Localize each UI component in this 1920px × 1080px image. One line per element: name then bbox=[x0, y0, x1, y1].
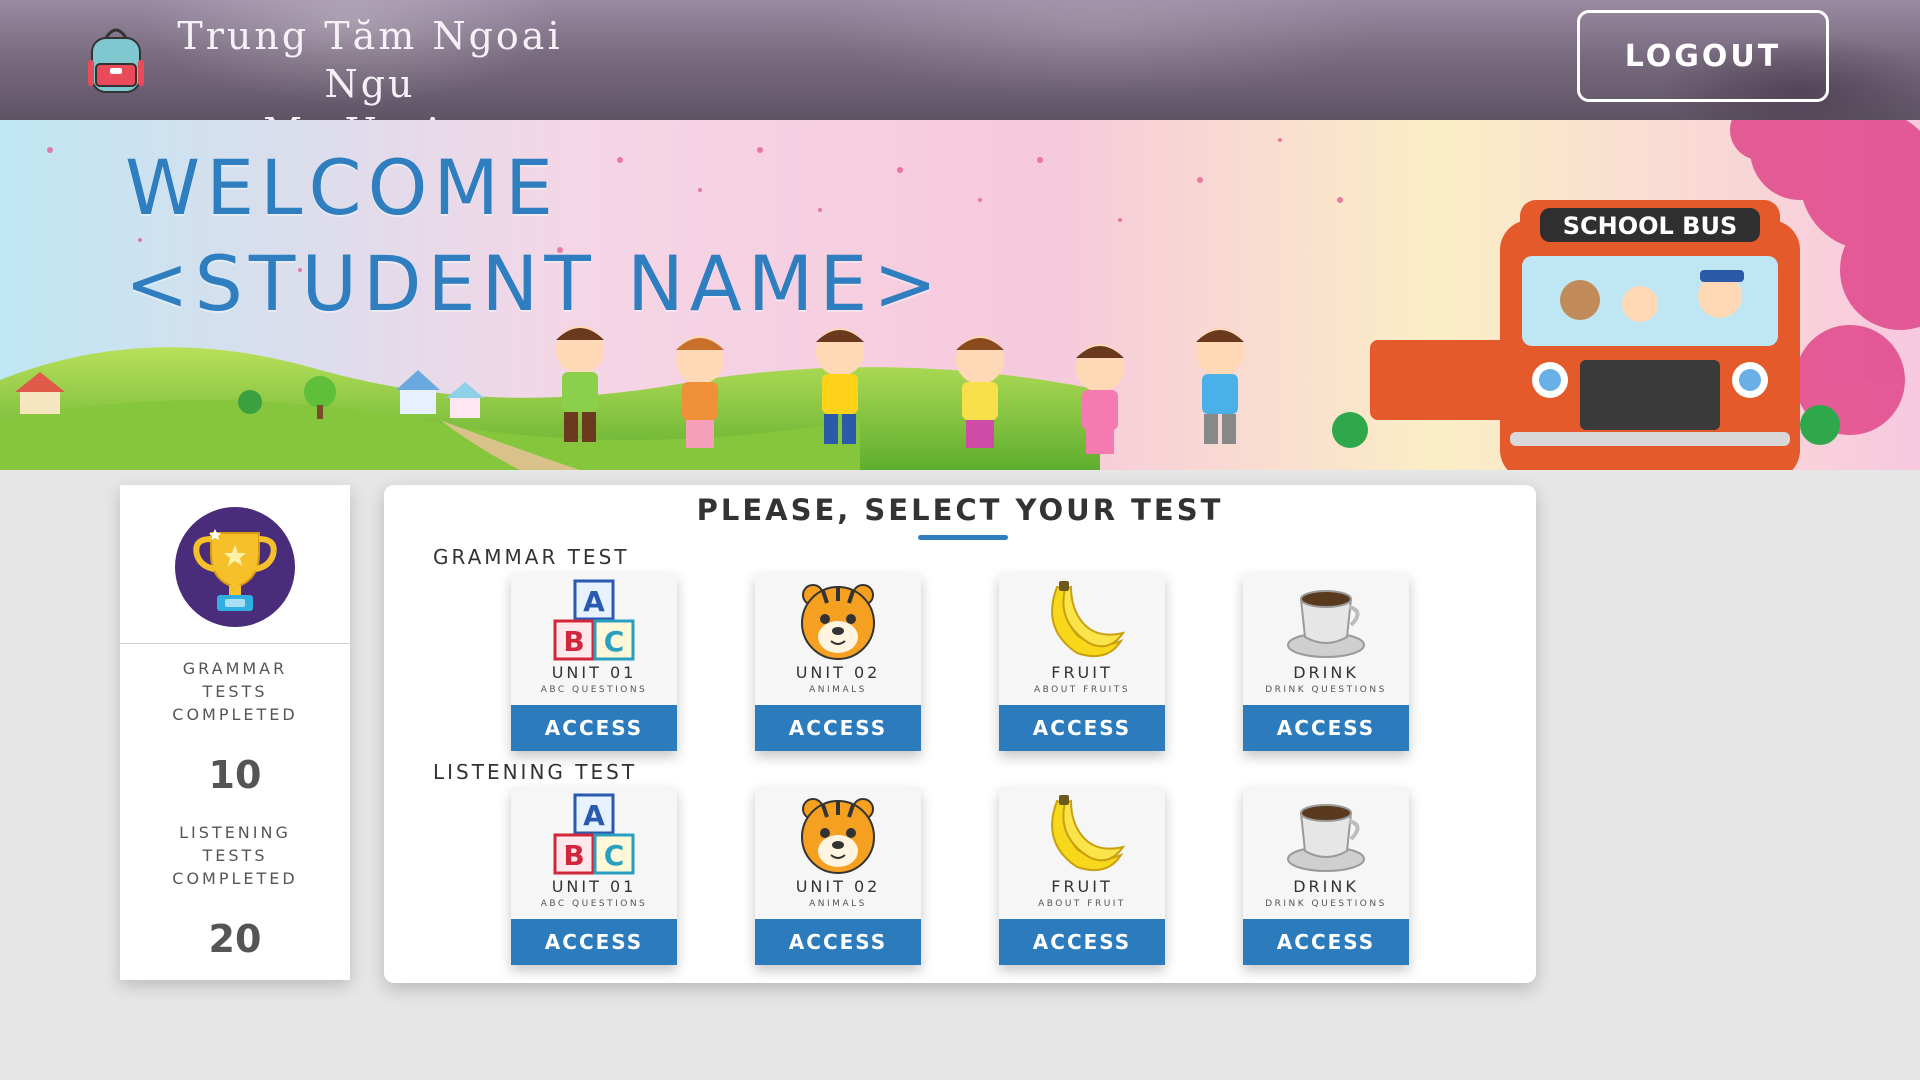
listening-fruit-access-button[interactable]: ACCESS bbox=[999, 919, 1165, 965]
grammar-section-title: GRAMMAR TEST bbox=[433, 545, 630, 569]
trophy-badge bbox=[175, 507, 295, 627]
svg-text:C: C bbox=[604, 625, 625, 658]
svg-text:B: B bbox=[563, 625, 584, 658]
listening-unit-01-access-button[interactable]: ACCESS bbox=[511, 919, 677, 965]
brand-name: Trung Tăm Ngoai Ngu My Uc Au bbox=[150, 12, 590, 120]
abc-blocks-icon: A B C bbox=[553, 793, 635, 875]
listening-test-card-unit-02: UNIT 02 ANIMALS ACCESS bbox=[755, 787, 921, 965]
welcome-message: WELCOME <STUDENT NAME> bbox=[125, 140, 943, 332]
stats-card: GRAMMAR TESTS COMPLETED 10 LISTENING TES… bbox=[120, 485, 350, 980]
grammar-tests-label-text: GRAMMAR TESTS COMPLETED bbox=[172, 659, 298, 724]
test-subtitle: ABOUT FRUITS bbox=[1033, 685, 1131, 695]
listening-test-card-fruit: FRUIT ABOUT FRUIT ACCESS bbox=[999, 787, 1165, 965]
title-underline bbox=[918, 535, 1008, 540]
logout-button[interactable]: LOGOUT bbox=[1577, 10, 1829, 102]
brand-line-1: Trung Tăm Ngoai Ngu bbox=[177, 14, 563, 106]
welcome-banner: SCHOOL BUS WELCOME <STUDENT NAME> bbox=[0, 120, 1920, 470]
tiger-icon bbox=[801, 798, 875, 874]
test-name: UNIT 01 bbox=[551, 877, 637, 896]
test-name: UNIT 02 bbox=[795, 877, 881, 896]
test-subtitle: ABC QUESTIONS bbox=[540, 899, 648, 909]
grammar-test-card-drink: DRINK DRINK QUESTIONS ACCESS bbox=[1243, 573, 1409, 751]
test-subtitle: ANIMALS bbox=[809, 899, 867, 909]
listening-section-title: LISTENING TEST bbox=[433, 760, 638, 784]
listening-tests-label-text: LISTENING TESTS COMPLETED bbox=[172, 823, 298, 888]
top-header: Trung Tăm Ngoai Ngu My Uc Au LOGOUT bbox=[0, 0, 1920, 120]
grammar-tests-count: 10 bbox=[208, 753, 262, 797]
test-name: FRUIT bbox=[1051, 877, 1113, 896]
test-name: UNIT 02 bbox=[795, 663, 881, 682]
abc-blocks-icon: A B C bbox=[553, 579, 635, 661]
test-subtitle: DRINK QUESTIONS bbox=[1265, 685, 1387, 695]
grammar-tests-label: GRAMMAR TESTS COMPLETED bbox=[120, 657, 350, 726]
grammar-test-card-unit-01: A B C UNIT 01 ABC QUESTIONS ACCESS bbox=[511, 573, 677, 751]
welcome-line-1: WELCOME bbox=[125, 143, 559, 232]
bus-sign-text: SCHOOL BUS bbox=[1563, 212, 1738, 240]
test-selection-panel: PLEASE, SELECT YOUR TEST GRAMMAR TEST LI… bbox=[384, 485, 1536, 983]
svg-text:B: B bbox=[563, 839, 584, 872]
student-name: <STUDENT NAME> bbox=[125, 239, 944, 328]
listening-drink-access-button[interactable]: ACCESS bbox=[1243, 919, 1409, 965]
coffee-cup-icon bbox=[1287, 590, 1365, 658]
banana-icon bbox=[1051, 795, 1126, 871]
test-name: DRINK bbox=[1293, 663, 1359, 682]
grammar-unit-02-access-button[interactable]: ACCESS bbox=[755, 705, 921, 751]
test-subtitle: ABOUT FRUIT bbox=[1038, 899, 1126, 909]
listening-unit-02-access-button[interactable]: ACCESS bbox=[755, 919, 921, 965]
coffee-cup-icon bbox=[1287, 804, 1365, 872]
listening-test-card-unit-01: A B C UNIT 01 ABC QUESTIONS ACCESS bbox=[511, 787, 677, 965]
listening-tests-label: LISTENING TESTS COMPLETED bbox=[120, 821, 350, 890]
grammar-fruit-access-button[interactable]: ACCESS bbox=[999, 705, 1165, 751]
stats-divider bbox=[120, 643, 350, 644]
listening-tests-count: 20 bbox=[208, 917, 262, 961]
svg-text:A: A bbox=[583, 585, 605, 618]
grammar-test-card-unit-02: UNIT 02 ANIMALS ACCESS bbox=[755, 573, 921, 751]
test-subtitle: ANIMALS bbox=[809, 685, 867, 695]
backpack-icon bbox=[88, 28, 144, 93]
grammar-drink-access-button[interactable]: ACCESS bbox=[1243, 705, 1409, 751]
test-name: UNIT 01 bbox=[551, 663, 637, 682]
brand-line-2: My Uc Au bbox=[150, 108, 590, 120]
listening-test-card-drink: DRINK DRINK QUESTIONS ACCESS bbox=[1243, 787, 1409, 965]
grammar-test-card-fruit: FRUIT ABOUT FRUITS ACCESS bbox=[999, 573, 1165, 751]
grammar-unit-01-access-button[interactable]: ACCESS bbox=[511, 705, 677, 751]
test-subtitle: ABC QUESTIONS bbox=[540, 685, 648, 695]
svg-text:C: C bbox=[604, 839, 625, 872]
svg-text:A: A bbox=[583, 799, 605, 832]
test-subtitle: DRINK QUESTIONS bbox=[1265, 899, 1387, 909]
test-name: FRUIT bbox=[1051, 663, 1113, 682]
banana-icon bbox=[1051, 581, 1126, 657]
trophy-icon bbox=[193, 529, 277, 611]
tiger-icon bbox=[801, 584, 875, 660]
page-title: PLEASE, SELECT YOUR TEST bbox=[696, 493, 1224, 527]
test-name: DRINK bbox=[1293, 877, 1359, 896]
